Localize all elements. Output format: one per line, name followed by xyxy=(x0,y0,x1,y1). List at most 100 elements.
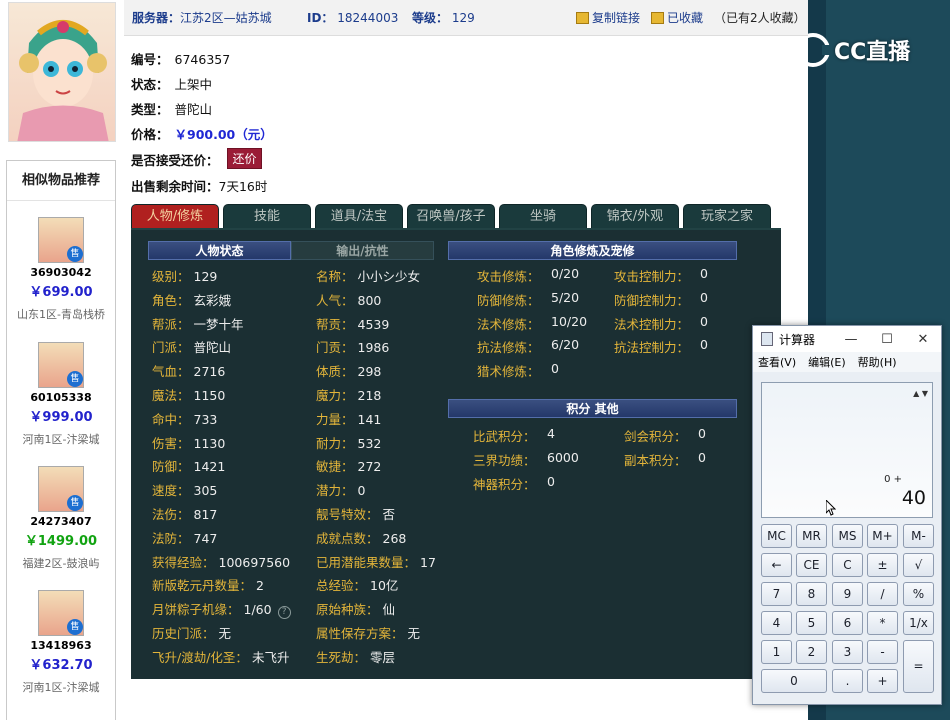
similar-item[interactable]: 售 13418963 ￥632.70 河南1区-汴梁城 xyxy=(7,590,115,695)
calc-key[interactable]: 1/x xyxy=(903,611,934,635)
favorite-button[interactable]: 已收藏 xyxy=(651,9,703,26)
similar-item-price[interactable]: ￥999.00 xyxy=(7,406,115,425)
tab-pets[interactable]: 召唤兽/孩子 xyxy=(407,204,495,228)
stat-row: 法防： 747 xyxy=(152,528,217,547)
calc-key[interactable]: . xyxy=(832,669,863,693)
calc-key[interactable]: M+ xyxy=(867,524,898,548)
calc-key[interactable]: - xyxy=(867,640,898,664)
stat-label: 攻击修炼： xyxy=(477,269,540,284)
item-thumbnail[interactable]: 售 xyxy=(38,466,84,512)
tab-home[interactable]: 玩家之家 xyxy=(683,204,771,228)
stat-value: 6000 xyxy=(547,450,579,465)
calc-key[interactable]: 1 xyxy=(761,640,792,664)
stat-value: 小小シ少女 xyxy=(357,269,421,284)
stat-value: 4 xyxy=(547,426,555,441)
stat-label: 帮派： xyxy=(152,316,190,332)
stat-value: 733 xyxy=(193,411,218,427)
stat-value: 0 xyxy=(700,313,708,329)
stat-label: 属性保存方案： xyxy=(316,626,404,641)
similar-item-price[interactable]: ￥699.00 xyxy=(7,281,115,300)
calc-key[interactable]: C xyxy=(832,553,863,577)
similar-item[interactable]: 售 60105338 ￥999.00 河南1区-汴梁城 xyxy=(7,342,115,447)
item-thumbnail[interactable]: 售 xyxy=(38,217,84,263)
history-scroll-arrows[interactable]: ▲ ▼ xyxy=(913,389,928,398)
stat-value: 无 xyxy=(218,626,232,641)
similar-item-server: 河南1区-汴梁城 xyxy=(22,433,100,446)
stat-value: 0 xyxy=(700,289,708,305)
item-type: 类型： 普陀山 xyxy=(131,102,213,117)
stat-label: 帮贡： xyxy=(316,316,354,332)
similar-item[interactable]: 售 36903042 ￥699.00 山东1区-青岛栈桥 xyxy=(7,217,115,322)
similar-item-price[interactable]: ￥632.70 xyxy=(7,654,115,673)
item-number: 编号： 6746357 xyxy=(131,52,231,67)
stat-label: 潜力： xyxy=(316,483,354,499)
menu-view[interactable]: 查看(V) xyxy=(758,354,796,370)
calc-key[interactable]: / xyxy=(867,582,898,606)
similar-item-server: 河南1区-汴梁城 xyxy=(22,681,100,694)
item-thumbnail[interactable]: 售 xyxy=(38,342,84,388)
copy-link-button[interactable]: 复制链接 xyxy=(576,9,640,26)
calc-key[interactable]: % xyxy=(903,582,934,606)
calc-key[interactable]: + xyxy=(867,669,898,693)
calc-key[interactable]: 3 xyxy=(832,640,863,664)
mouse-cursor-icon xyxy=(826,500,836,516)
stat-row: 原始种族：仙 xyxy=(316,599,395,618)
tab-character[interactable]: 人物/修炼 xyxy=(131,204,219,228)
calc-key[interactable]: ± xyxy=(867,553,898,577)
help-icon[interactable]: ? xyxy=(277,606,291,620)
stat-label: 伤害： xyxy=(152,435,190,451)
stat-value: 4539 xyxy=(357,316,390,332)
stat-label: 神器积分： xyxy=(473,477,536,492)
resist-section-tab[interactable]: 输出/抗性 xyxy=(291,241,434,260)
similar-item-price[interactable]: ￥1499.00 xyxy=(7,530,115,549)
similar-items-title: 相似物品推荐 xyxy=(7,161,115,201)
maximize-icon[interactable]: ☐ xyxy=(869,332,905,347)
stat-value: 141 xyxy=(357,411,382,427)
tab-appearance[interactable]: 锦衣/外观 xyxy=(591,204,679,228)
menu-edit[interactable]: 编辑(E) xyxy=(808,354,846,370)
calc-key[interactable]: CE xyxy=(796,553,827,577)
stat-label: 敏捷： xyxy=(316,459,354,475)
calc-key[interactable]: 0 xyxy=(761,669,827,693)
tab-items[interactable]: 道具/法宝 xyxy=(315,204,403,228)
calculator-titlebar[interactable]: 计算器 — ☐ ✕ xyxy=(753,326,941,352)
stat-row: 获得经验： 100697560 xyxy=(152,552,290,571)
tab-skills[interactable]: 技能 xyxy=(223,204,311,228)
stat-row: 属性保存方案：无 xyxy=(316,623,420,642)
counter-offer-button[interactable]: 还价 xyxy=(227,148,262,169)
calc-key[interactable]: 7 xyxy=(761,582,792,606)
calc-key[interactable]: MC xyxy=(761,524,792,548)
similar-item[interactable]: 售 24273407 ￥1499.00 福建2区-鼓浪屿 xyxy=(7,466,115,571)
stat-row: 防御控制力： 0 xyxy=(614,290,708,309)
menu-help[interactable]: 帮助(H) xyxy=(858,354,897,370)
calc-key[interactable]: = xyxy=(903,640,934,693)
close-icon[interactable]: ✕ xyxy=(905,332,941,347)
page: CC直播 相似物品推荐 售 36903042 ￥699.00 山东1区-青岛栈桥 xyxy=(0,0,950,720)
item-thumbnail[interactable]: 售 xyxy=(38,590,84,636)
calc-key[interactable]: 8 xyxy=(796,582,827,606)
role-level: 等级： 129 xyxy=(412,11,475,25)
calc-key[interactable]: MR xyxy=(796,524,827,548)
stat-label: 已用潜能果数量： xyxy=(316,554,417,570)
minimize-icon[interactable]: — xyxy=(833,332,869,347)
stat-label: 生死劫： xyxy=(316,649,367,665)
similar-item-id: 36903042 xyxy=(30,266,92,279)
calc-key[interactable]: ← xyxy=(761,553,792,577)
calculator-title: 计算器 xyxy=(779,332,816,347)
stat-value: 305 xyxy=(193,483,218,499)
stat-label: 命中： xyxy=(152,411,190,427)
calc-key[interactable]: MS xyxy=(832,524,863,548)
status-section-tab[interactable]: 人物状态 xyxy=(148,241,291,260)
calc-key[interactable]: 4 xyxy=(761,611,792,635)
calc-key[interactable]: 5 xyxy=(796,611,827,635)
calc-key[interactable]: 9 xyxy=(832,582,863,606)
stat-label: 猎术修炼： xyxy=(477,364,540,380)
calc-key[interactable]: √ xyxy=(903,553,934,577)
calc-key[interactable]: 6 xyxy=(832,611,863,635)
stat-label: 抗法修炼： xyxy=(477,340,540,356)
tab-mounts[interactable]: 坐骑 xyxy=(499,204,587,228)
calc-key[interactable]: * xyxy=(867,611,898,635)
calc-key[interactable]: M- xyxy=(903,524,934,548)
calc-key[interactable]: 2 xyxy=(796,640,827,664)
stat-label: 比武积分： xyxy=(473,429,536,444)
